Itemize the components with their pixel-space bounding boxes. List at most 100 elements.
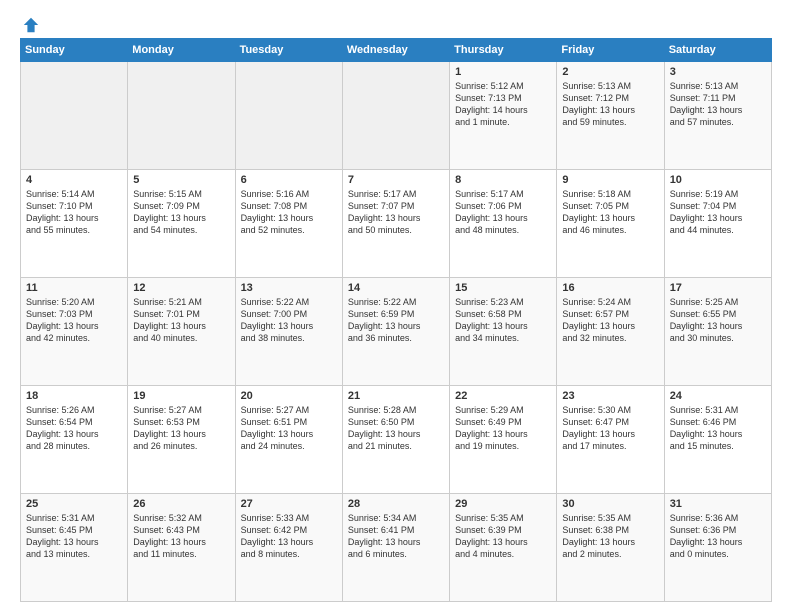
day-info: Sunrise: 5:12 AM Sunset: 7:13 PM Dayligh… — [455, 80, 551, 129]
day-info: Sunrise: 5:26 AM Sunset: 6:54 PM Dayligh… — [26, 404, 122, 453]
day-info: Sunrise: 5:20 AM Sunset: 7:03 PM Dayligh… — [26, 296, 122, 345]
table-cell: 27 Sunrise: 5:33 AM Sunset: 6:42 PM Dayli… — [235, 494, 342, 602]
day-number: 27 — [241, 498, 337, 510]
day-info: Sunrise: 5:13 AM Sunset: 7:12 PM Dayligh… — [562, 80, 658, 129]
table-cell: 1 Sunrise: 5:12 AM Sunset: 7:13 PM Daylig… — [450, 62, 557, 170]
table-cell — [128, 62, 235, 170]
table-cell: 31Sunrise: 5:36 AM Sunset: 6:36 PM Dayli… — [664, 494, 771, 602]
header-day-thursday: Thursday — [450, 39, 557, 62]
day-info: Sunrise: 5:15 AM Sunset: 7:09 PM Dayligh… — [133, 188, 229, 237]
day-number: 24 — [670, 390, 766, 402]
table-cell: 12Sunrise: 5:21 AM Sunset: 7:01 PM Dayli… — [128, 278, 235, 386]
day-number: 30 — [562, 498, 658, 510]
table-cell — [21, 62, 128, 170]
week-row-3: 11 Sunrise: 5:20 AM Sunset: 7:03 PM Dayli… — [21, 278, 772, 386]
day-number: 10 — [670, 174, 766, 186]
table-cell: 8Sunrise: 5:17 AM Sunset: 7:06 PM Daylig… — [450, 170, 557, 278]
day-info: Sunrise: 5:27 AM Sunset: 6:53 PM Dayligh… — [133, 404, 229, 453]
day-number: 21 — [348, 390, 444, 402]
day-number: 20 — [241, 390, 337, 402]
day-info: Sunrise: 5:27 AM Sunset: 6:51 PM Dayligh… — [241, 404, 337, 453]
table-cell: 22Sunrise: 5:29 AM Sunset: 6:49 PM Dayli… — [450, 386, 557, 494]
day-info: Sunrise: 5:23 AM Sunset: 6:58 PM Dayligh… — [455, 296, 551, 345]
day-info: Sunrise: 5:35 AM Sunset: 6:39 PM Dayligh… — [455, 512, 551, 561]
day-info: Sunrise: 5:22 AM Sunset: 7:00 PM Dayligh… — [241, 296, 337, 345]
table-cell: 30 Sunrise: 5:35 AM Sunset: 6:38 PM Dayli… — [557, 494, 664, 602]
table-cell: 11 Sunrise: 5:20 AM Sunset: 7:03 PM Dayli… — [21, 278, 128, 386]
day-info: Sunrise: 5:22 AM Sunset: 6:59 PM Dayligh… — [348, 296, 444, 345]
calendar: SundayMondayTuesdayWednesdayThursdayFrid… — [20, 38, 772, 602]
table-cell: 9 Sunrise: 5:18 AM Sunset: 7:05 PM Daylig… — [557, 170, 664, 278]
day-number: 4 — [26, 174, 122, 186]
table-cell: 15 Sunrise: 5:23 AM Sunset: 6:58 PM Dayli… — [450, 278, 557, 386]
day-info: Sunrise: 5:18 AM Sunset: 7:05 PM Dayligh… — [562, 188, 658, 237]
day-info: Sunrise: 5:13 AM Sunset: 7:11 PM Dayligh… — [670, 80, 766, 129]
week-row-1: 1 Sunrise: 5:12 AM Sunset: 7:13 PM Daylig… — [21, 62, 772, 170]
table-cell: 10 Sunrise: 5:19 AM Sunset: 7:04 PM Dayli… — [664, 170, 771, 278]
header-day-saturday: Saturday — [664, 39, 771, 62]
header-day-wednesday: Wednesday — [342, 39, 449, 62]
header-day-tuesday: Tuesday — [235, 39, 342, 62]
day-info: Sunrise: 5:14 AM Sunset: 7:10 PM Dayligh… — [26, 188, 122, 237]
day-info: Sunrise: 5:31 AM Sunset: 6:45 PM Dayligh… — [26, 512, 122, 561]
logo — [20, 16, 40, 30]
table-cell: 25 Sunrise: 5:31 AM Sunset: 6:45 PM Dayli… — [21, 494, 128, 602]
day-number: 16 — [562, 282, 658, 294]
week-row-2: 4 Sunrise: 5:14 AM Sunset: 7:10 PM Daylig… — [21, 170, 772, 278]
day-number: 6 — [241, 174, 337, 186]
day-number: 13 — [241, 282, 337, 294]
header-day-friday: Friday — [557, 39, 664, 62]
day-info: Sunrise: 5:25 AM Sunset: 6:55 PM Dayligh… — [670, 296, 766, 345]
header-row: SundayMondayTuesdayWednesdayThursdayFrid… — [21, 39, 772, 62]
day-number: 7 — [348, 174, 444, 186]
day-info: Sunrise: 5:24 AM Sunset: 6:57 PM Dayligh… — [562, 296, 658, 345]
day-number: 15 — [455, 282, 551, 294]
day-number: 26 — [133, 498, 229, 510]
day-info: Sunrise: 5:34 AM Sunset: 6:41 PM Dayligh… — [348, 512, 444, 561]
calendar-header: SundayMondayTuesdayWednesdayThursdayFrid… — [21, 39, 772, 62]
day-info: Sunrise: 5:16 AM Sunset: 7:08 PM Dayligh… — [241, 188, 337, 237]
day-number: 12 — [133, 282, 229, 294]
table-cell: 7 Sunrise: 5:17 AM Sunset: 7:07 PM Daylig… — [342, 170, 449, 278]
week-row-4: 18 Sunrise: 5:26 AM Sunset: 6:54 PM Dayli… — [21, 386, 772, 494]
table-cell: 20 Sunrise: 5:27 AM Sunset: 6:51 PM Dayli… — [235, 386, 342, 494]
day-number: 5 — [133, 174, 229, 186]
day-number: 3 — [670, 66, 766, 78]
header-day-monday: Monday — [128, 39, 235, 62]
table-cell: 5 Sunrise: 5:15 AM Sunset: 7:09 PM Daylig… — [128, 170, 235, 278]
day-info: Sunrise: 5:17 AM Sunset: 7:07 PM Dayligh… — [348, 188, 444, 237]
table-cell: 28Sunrise: 5:34 AM Sunset: 6:41 PM Dayli… — [342, 494, 449, 602]
day-number: 25 — [26, 498, 122, 510]
table-cell — [342, 62, 449, 170]
day-number: 2 — [562, 66, 658, 78]
day-info: Sunrise: 5:32 AM Sunset: 6:43 PM Dayligh… — [133, 512, 229, 561]
day-number: 17 — [670, 282, 766, 294]
day-info: Sunrise: 5:31 AM Sunset: 6:46 PM Dayligh… — [670, 404, 766, 453]
day-number: 11 — [26, 282, 122, 294]
week-row-5: 25 Sunrise: 5:31 AM Sunset: 6:45 PM Dayli… — [21, 494, 772, 602]
day-info: Sunrise: 5:33 AM Sunset: 6:42 PM Dayligh… — [241, 512, 337, 561]
calendar-table: SundayMondayTuesdayWednesdayThursdayFrid… — [20, 38, 772, 602]
table-cell: 21Sunrise: 5:28 AM Sunset: 6:50 PM Dayli… — [342, 386, 449, 494]
day-info: Sunrise: 5:36 AM Sunset: 6:36 PM Dayligh… — [670, 512, 766, 561]
day-info: Sunrise: 5:19 AM Sunset: 7:04 PM Dayligh… — [670, 188, 766, 237]
table-cell: 29 Sunrise: 5:35 AM Sunset: 6:39 PM Dayli… — [450, 494, 557, 602]
day-number: 19 — [133, 390, 229, 402]
table-cell: 26 Sunrise: 5:32 AM Sunset: 6:43 PM Dayli… — [128, 494, 235, 602]
day-number: 29 — [455, 498, 551, 510]
table-cell — [235, 62, 342, 170]
table-cell: 4 Sunrise: 5:14 AM Sunset: 7:10 PM Daylig… — [21, 170, 128, 278]
table-cell: 19 Sunrise: 5:27 AM Sunset: 6:53 PM Dayli… — [128, 386, 235, 494]
day-number: 23 — [562, 390, 658, 402]
table-cell: 14Sunrise: 5:22 AM Sunset: 6:59 PM Dayli… — [342, 278, 449, 386]
table-cell: 23Sunrise: 5:30 AM Sunset: 6:47 PM Dayli… — [557, 386, 664, 494]
day-info: Sunrise: 5:17 AM Sunset: 7:06 PM Dayligh… — [455, 188, 551, 237]
table-cell: 3 Sunrise: 5:13 AM Sunset: 7:11 PM Daylig… — [664, 62, 771, 170]
day-info: Sunrise: 5:35 AM Sunset: 6:38 PM Dayligh… — [562, 512, 658, 561]
day-number: 18 — [26, 390, 122, 402]
day-number: 1 — [455, 66, 551, 78]
page: SundayMondayTuesdayWednesdayThursdayFrid… — [0, 0, 792, 612]
calendar-body: 1 Sunrise: 5:12 AM Sunset: 7:13 PM Daylig… — [21, 62, 772, 602]
logo-icon — [22, 16, 40, 34]
day-number: 9 — [562, 174, 658, 186]
